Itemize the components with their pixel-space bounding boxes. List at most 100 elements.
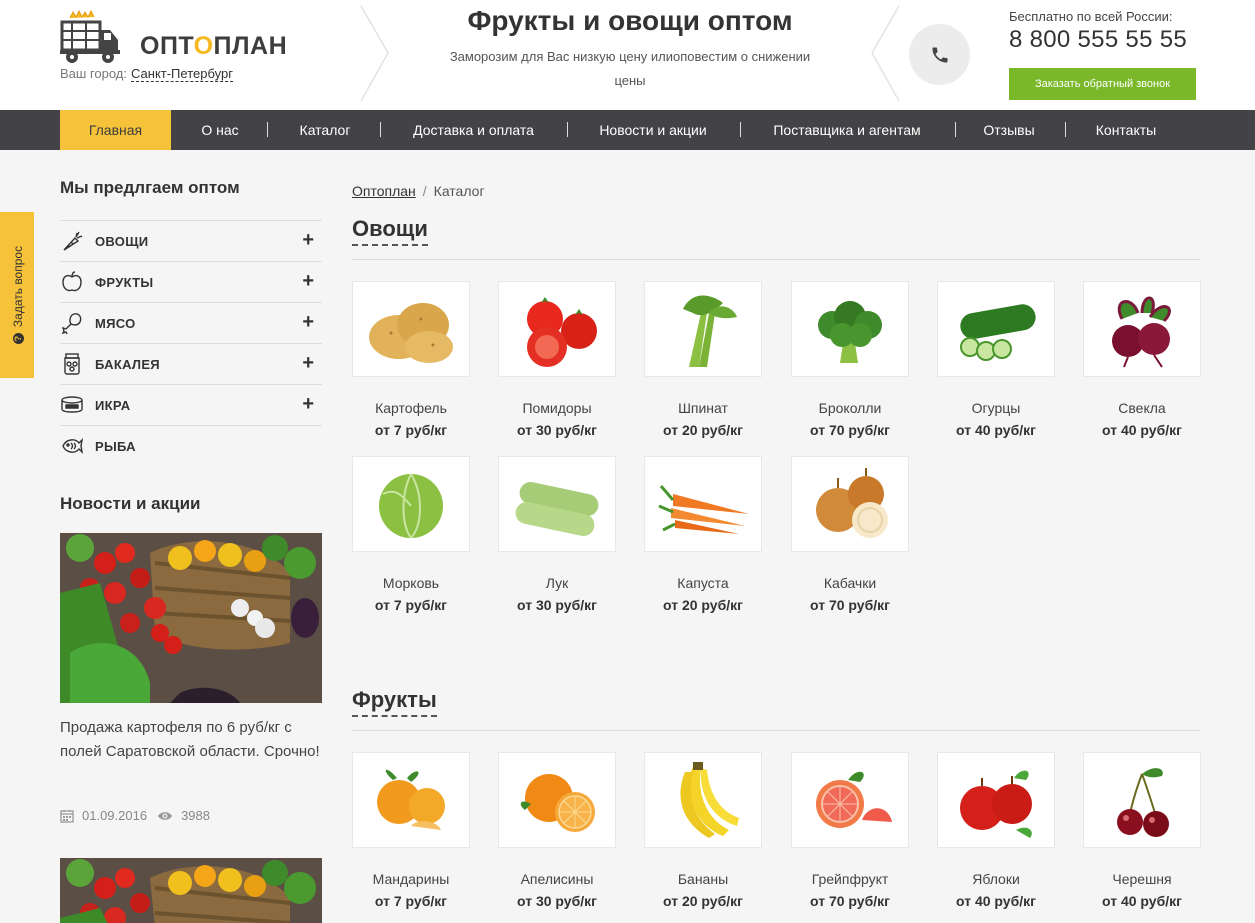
product-price: от 40 руб/кг bbox=[1102, 422, 1182, 438]
product-image[interactable] bbox=[644, 281, 762, 377]
product-card[interactable]: Апелисины от 30 руб/кг bbox=[498, 752, 616, 909]
nav-item-catalog[interactable]: Каталог bbox=[284, 110, 366, 150]
apple-icon bbox=[60, 270, 84, 294]
product-price: от 70 руб/кг bbox=[810, 597, 890, 613]
contact-block: Бесплатно по всей России: 8 800 555 55 5… bbox=[1009, 9, 1209, 54]
product-image[interactable] bbox=[937, 281, 1055, 377]
news-meta: 01.09.2016 3988 bbox=[60, 808, 220, 823]
product-name: Шпинат bbox=[678, 400, 728, 416]
product-image[interactable] bbox=[498, 752, 616, 848]
product-card[interactable]: Бананы от 20 руб/кг bbox=[644, 752, 762, 909]
breadcrumb-current: Каталог bbox=[433, 183, 485, 199]
city-link[interactable]: Санкт-Петербург bbox=[131, 66, 233, 82]
product-card[interactable]: Огурцы от 40 руб/кг bbox=[937, 281, 1055, 438]
sidebar-item-meat[interactable]: МЯСО + bbox=[60, 302, 322, 343]
breadcrumb-separator: / bbox=[422, 183, 427, 199]
product-image[interactable] bbox=[791, 752, 909, 848]
product-image[interactable] bbox=[1083, 281, 1201, 377]
news-text[interactable]: Продажа картофеля по 6 руб/кг с полей Са… bbox=[60, 716, 322, 764]
product-card[interactable]: Черешня от 40 руб/кг bbox=[1083, 752, 1201, 909]
product-name: Свекла bbox=[1118, 400, 1166, 416]
news-date: 01.09.2016 bbox=[82, 808, 148, 823]
section-divider bbox=[352, 259, 1200, 260]
product-price: от 30 руб/кг bbox=[517, 893, 597, 909]
expand-plus-icon[interactable]: + bbox=[302, 312, 314, 332]
product-name: Грейпфрукт bbox=[811, 871, 889, 887]
product-price: от 70 руб/кг bbox=[810, 422, 890, 438]
nav-item-reviews[interactable]: Отзывы bbox=[972, 110, 1046, 150]
nav-item-delivery[interactable]: Доставка и оплата bbox=[397, 110, 550, 150]
news-image[interactable] bbox=[60, 858, 322, 923]
news-section-title: Новости и акции bbox=[60, 494, 201, 513]
product-image[interactable] bbox=[1083, 752, 1201, 848]
product-price: от 20 руб/кг bbox=[663, 597, 743, 613]
product-image[interactable] bbox=[352, 456, 470, 552]
ask-question-label: Задать вопрос bbox=[11, 245, 25, 328]
product-card[interactable]: Яблоки от 40 руб/кг bbox=[937, 752, 1055, 909]
product-image[interactable] bbox=[498, 281, 616, 377]
sidebar-item-grocery[interactable]: БАКАЛЕЯ + bbox=[60, 343, 322, 384]
product-name: Броколли bbox=[818, 400, 882, 416]
carrot-icon bbox=[60, 229, 84, 253]
ask-question-tab[interactable]: ? Задать вопрос bbox=[0, 212, 34, 378]
nav-separator bbox=[380, 122, 381, 137]
callback-button[interactable]: Заказать обратный звонок bbox=[1009, 68, 1196, 100]
sidebar-item-fish[interactable]: РЫБА bbox=[60, 425, 322, 466]
product-card[interactable]: Мандарины от 7 руб/кг bbox=[352, 752, 470, 909]
nav-item-news[interactable]: Новости и акции bbox=[584, 110, 722, 150]
fish-icon bbox=[60, 434, 84, 458]
sidebar-item-caviar[interactable]: ИКРА + bbox=[60, 384, 322, 425]
product-name: Мандарины bbox=[372, 871, 450, 887]
product-image[interactable] bbox=[644, 456, 762, 552]
sidebar-item-vegetables[interactable]: ОВОЩИ + bbox=[60, 220, 322, 261]
sidebar-item-fruits[interactable]: ФРУКТЫ + bbox=[60, 261, 322, 302]
caviar-can-icon bbox=[60, 393, 84, 417]
product-image[interactable] bbox=[352, 752, 470, 848]
city-selector: Ваш город: Санкт-Петербург bbox=[60, 66, 233, 82]
expand-plus-icon[interactable]: + bbox=[302, 271, 314, 291]
product-image[interactable] bbox=[352, 281, 470, 377]
sidebar-title: Мы предлгаем оптом bbox=[60, 178, 240, 197]
section-title-vegetables: Овощи bbox=[352, 216, 428, 246]
nav-item-home[interactable]: Главная bbox=[60, 110, 171, 150]
product-price: от 40 руб/кг bbox=[956, 422, 1036, 438]
product-price: от 30 руб/кг bbox=[517, 422, 597, 438]
product-card[interactable]: Помидоры от 30 руб/кг bbox=[498, 281, 616, 438]
nav-separator bbox=[567, 122, 568, 137]
product-card[interactable]: Капуста от 20 руб/кг bbox=[644, 456, 762, 613]
logo[interactable]: ОПТОПЛАН Ваш город: Санкт-Петербург bbox=[60, 8, 300, 88]
nav-item-suppliers[interactable]: Поставщика и агентам bbox=[757, 110, 937, 150]
product-price: от 40 руб/кг bbox=[956, 893, 1036, 909]
product-name: Морковь bbox=[382, 575, 440, 591]
promo-subtitle: Заморозим для Вас низкую цену илиоповест… bbox=[449, 49, 811, 88]
expand-plus-icon[interactable]: + bbox=[302, 353, 314, 373]
product-name: Апелисины bbox=[520, 871, 594, 887]
product-card[interactable]: Кабачки от 70 руб/кг bbox=[791, 456, 909, 613]
nav-item-contacts[interactable]: Контакты bbox=[1082, 110, 1170, 150]
phone-number[interactable]: 8 800 555 55 55 bbox=[1009, 26, 1209, 54]
divider-chevron-icon bbox=[871, 5, 900, 102]
product-card[interactable]: Картофель от 7 руб/кг bbox=[352, 281, 470, 438]
product-name: Огурцы bbox=[971, 400, 1021, 416]
breadcrumb-home[interactable]: Оптоплан bbox=[352, 183, 416, 199]
phone-icon[interactable] bbox=[909, 24, 970, 85]
news-image[interactable] bbox=[60, 533, 322, 703]
product-card[interactable]: Морковь от 7 руб/кг bbox=[352, 456, 470, 613]
product-card[interactable]: Грейпфрукт от 70 руб/кг bbox=[791, 752, 909, 909]
product-image[interactable] bbox=[791, 281, 909, 377]
product-card[interactable]: Шпинат от 20 руб/кг bbox=[644, 281, 762, 438]
product-image[interactable] bbox=[791, 456, 909, 552]
product-image[interactable] bbox=[498, 456, 616, 552]
product-card[interactable]: Броколли от 70 руб/кг bbox=[791, 281, 909, 438]
product-card[interactable]: Лук от 30 руб/кг bbox=[498, 456, 616, 613]
nav-item-about[interactable]: О нас bbox=[186, 110, 254, 150]
product-image[interactable] bbox=[644, 752, 762, 848]
news-views: 3988 bbox=[181, 808, 210, 823]
product-price: от 70 руб/кг bbox=[810, 893, 890, 909]
product-name: Яблоки bbox=[972, 871, 1020, 887]
expand-plus-icon[interactable]: + bbox=[302, 394, 314, 414]
product-image[interactable] bbox=[937, 752, 1055, 848]
product-card[interactable]: Свекла от 40 руб/кг bbox=[1083, 281, 1201, 438]
sidebar: Мы предлгаем оптом ОВОЩИ + ФРУКТЫ + МЯСО… bbox=[60, 178, 322, 466]
expand-plus-icon[interactable]: + bbox=[302, 230, 314, 250]
